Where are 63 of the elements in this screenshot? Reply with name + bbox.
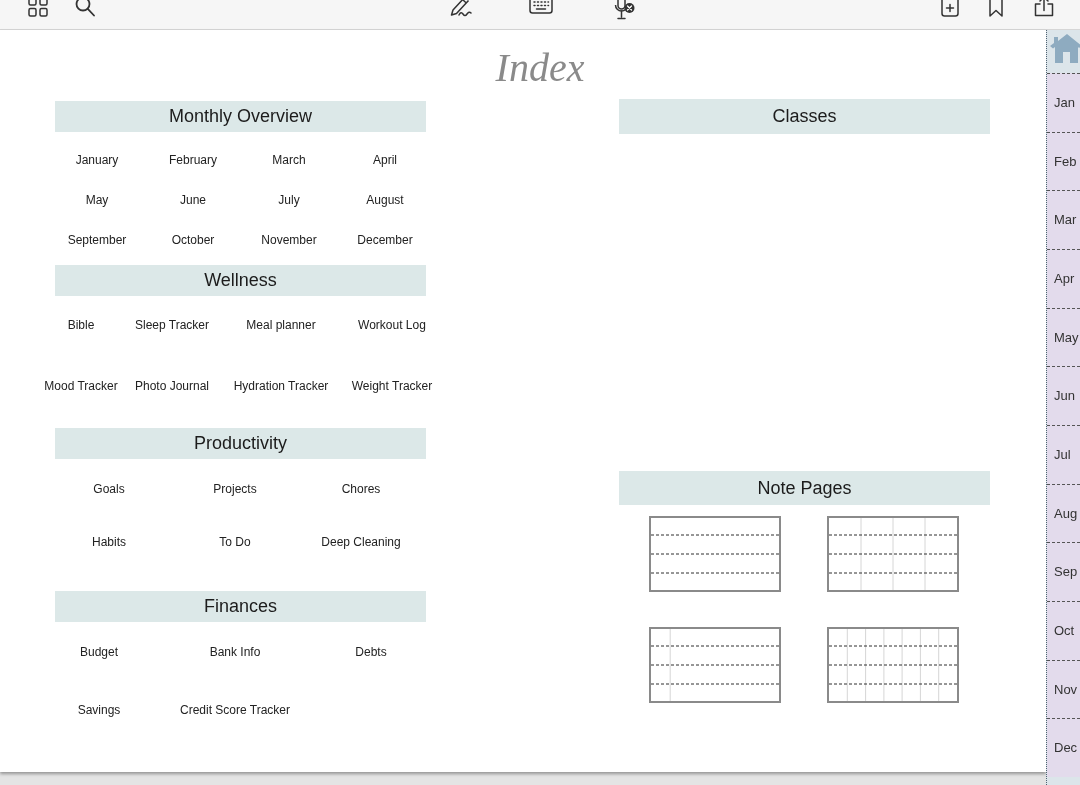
index-link[interactable]: Hydration Tracker: [233, 378, 329, 394]
index-link[interactable]: February: [169, 152, 217, 168]
index-link[interactable]: July: [278, 192, 300, 208]
month-tab[interactable]: Jun: [1047, 366, 1080, 425]
keyboard-icon[interactable]: [529, 0, 553, 14]
index-link[interactable]: May: [85, 192, 109, 208]
index-link[interactable]: Meal planner: [246, 317, 316, 333]
month-tab[interactable]: Apr: [1047, 248, 1080, 308]
column-page-thumbnail[interactable]: [827, 516, 959, 592]
index-link[interactable]: March: [272, 152, 306, 168]
index-link[interactable]: To Do: [219, 534, 251, 550]
index-link[interactable]: Deep Cleaning: [321, 534, 401, 550]
section-header: Productivity: [55, 428, 426, 459]
month-tab[interactable]: Jan: [1047, 73, 1080, 132]
month-tab[interactable]: Dec: [1047, 718, 1080, 777]
index-link[interactable]: Debts: [355, 644, 387, 660]
index-link[interactable]: Budget: [79, 644, 118, 660]
bookmark-icon[interactable]: [986, 0, 1006, 17]
section-header: Note Pages: [619, 471, 990, 505]
grid-icon[interactable]: [28, 0, 48, 17]
section-header: Classes: [619, 99, 990, 134]
index-link[interactable]: Sleep Tracker: [134, 317, 209, 333]
index-link[interactable]: Weight Tracker: [351, 378, 433, 394]
month-tab[interactable]: Feb: [1047, 131, 1080, 191]
microphone-icon[interactable]: [613, 0, 635, 20]
month-tab[interactable]: Jul: [1047, 424, 1080, 484]
index-link[interactable]: January: [75, 152, 119, 168]
index-link[interactable]: April: [373, 152, 397, 168]
index-link[interactable]: Savings: [77, 702, 121, 718]
lined-page-thumbnail[interactable]: [649, 516, 781, 592]
page-title: Index: [495, 46, 585, 92]
section-header: Finances: [55, 591, 426, 622]
grid-page-thumbnail[interactable]: [827, 627, 959, 703]
house-icon: [1048, 33, 1080, 63]
index-link[interactable]: August: [366, 192, 404, 208]
margin-page-thumbnail[interactable]: [649, 627, 781, 703]
share-icon[interactable]: [1033, 0, 1055, 17]
index-link[interactable]: December: [357, 232, 413, 248]
month-tab[interactable]: Sep: [1047, 542, 1080, 601]
index-link[interactable]: Chores: [341, 481, 381, 497]
index-link[interactable]: Habits: [92, 534, 126, 550]
month-tab[interactable]: Mar: [1047, 190, 1080, 249]
index-link[interactable]: Bank Info: [209, 644, 261, 660]
index-link[interactable]: Mood Tracker: [44, 378, 118, 394]
index-link[interactable]: Photo Journal: [134, 378, 210, 394]
month-tab[interactable]: Nov: [1047, 659, 1080, 719]
pen-icon[interactable]: [450, 0, 472, 17]
index-link[interactable]: Bible: [67, 317, 95, 333]
section-header: Wellness: [55, 265, 426, 296]
index-link[interactable]: October: [171, 232, 215, 248]
index-link[interactable]: September: [67, 232, 127, 248]
month-tab[interactable]: May: [1047, 307, 1080, 367]
index-link[interactable]: Workout Log: [358, 317, 426, 333]
index-link[interactable]: Goals: [93, 481, 125, 497]
month-tab[interactable]: Aug: [1047, 483, 1080, 543]
index-link[interactable]: Credit Score Tracker: [179, 702, 290, 718]
index-link[interactable]: November: [261, 232, 317, 248]
section-header: Monthly Overview: [55, 101, 426, 132]
index-link[interactable]: Projects: [213, 481, 257, 497]
page-plus-icon[interactable]: [940, 0, 960, 17]
month-tab[interactable]: Oct: [1047, 600, 1080, 660]
index-link[interactable]: June: [180, 192, 206, 208]
search-icon[interactable]: [75, 0, 95, 17]
